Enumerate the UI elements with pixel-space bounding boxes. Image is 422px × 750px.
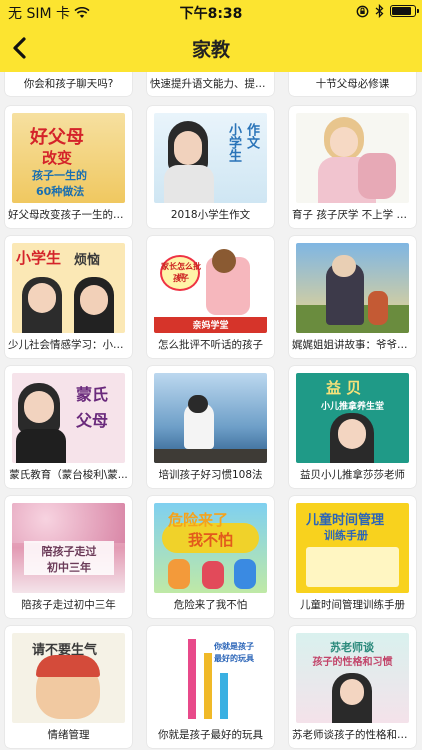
course-title: 危险来了我不怕 [173, 599, 248, 611]
grid-row: 蒙氏 父母 蒙氏教育（蒙台梭利\蒙... 培训孩子好习惯108法 益 贝 小儿推… [0, 366, 422, 490]
thumbnail-text: 我不怕 [188, 531, 234, 549]
thumbnail-text: 益 贝 [326, 379, 362, 397]
course-title: 育子 孩子厌学 不上学 学... [292, 209, 413, 221]
course-card[interactable]: 小学生 作文 2018小学生作文 [147, 106, 274, 228]
course-card[interactable]: 益 贝 小儿推拿养生堂 益贝小儿推拿莎莎老师 [289, 366, 416, 488]
thumbnail-text: 作文 [244, 123, 259, 149]
course-thumbnail: 益 贝 小儿推拿养生堂 [296, 373, 409, 463]
thumbnail-text: 亲妈学堂 [192, 321, 229, 331]
course-card[interactable]: 你会和孩子聊天吗? [5, 72, 132, 96]
content-grid: 你会和孩子聊天吗? 快速提升语文能力、提高... 十节父母必修课 好父母 改变 … [0, 72, 422, 750]
course-thumbnail: 小学生 作文 [154, 113, 267, 203]
course-card[interactable]: 家长怎么批评 孩子 亲妈学堂 怎么批评不听话的孩子 [147, 236, 274, 358]
grid-row: 小学生 烦恼 少儿社会情感学习：小学... 家长怎么批评 孩子 亲妈学堂 怎么批… [0, 236, 422, 360]
orientation-lock-icon [356, 5, 369, 17]
thumbnail-text: 好父母 [30, 127, 84, 148]
course-title: 好父母改变孩子一生的6... [8, 209, 129, 221]
battery-icon [390, 5, 419, 17]
course-card[interactable]: 好父母 改变 孩子一生的 60种做法 好父母改变孩子一生的6... [5, 106, 132, 228]
nav-bar: 家教 [0, 24, 422, 72]
course-card[interactable]: 你就是孩子 最好的玩具 你就是孩子最好的玩具 [147, 626, 274, 748]
course-title: 娓娓姐姐讲故事：爷爷一... [292, 339, 413, 351]
course-thumbnail [154, 373, 267, 463]
grid-row: 请不要生气 情绪管理 你就是孩子 最好的玩具 你就是孩子最好的玩具 苏老师谈 孩… [0, 626, 422, 750]
grid-row: 好父母 改变 孩子一生的 60种做法 好父母改变孩子一生的6... 小学生 作文… [0, 106, 422, 230]
course-card[interactable]: 快速提升语文能力、提高... [147, 72, 274, 96]
thumbnail-text: 小学生 [16, 249, 62, 267]
course-thumbnail: 小学生 烦恼 [12, 243, 125, 333]
course-title: 你就是孩子最好的玩具 [158, 729, 263, 741]
course-title: 2018小学生作文 [170, 209, 251, 221]
thumbnail-text: 60种做法 [36, 185, 85, 198]
thumbnail-text: 训练手册 [324, 529, 368, 542]
course-card[interactable]: 请不要生气 情绪管理 [5, 626, 132, 748]
course-thumbnail: 陪孩子走过 初中三年 [12, 503, 125, 593]
course-title: 情绪管理 [47, 729, 90, 741]
course-thumbnail: 请不要生气 [12, 633, 125, 723]
course-title: 少儿社会情感学习：小学... [8, 339, 129, 351]
course-card[interactable]: 苏老师谈 孩子的性格和习惯 苏老师谈孩子的性格和习... [289, 626, 416, 748]
course-card[interactable]: 儿童时间管理 训练手册 儿童时间管理训练手册 [289, 496, 416, 618]
bluetooth-icon [375, 4, 384, 18]
course-card[interactable]: 娓娓姐姐讲故事：爷爷一... [289, 236, 416, 358]
course-thumbnail: 蒙氏 父母 [12, 373, 125, 463]
course-title: 十节父母必修课 [315, 78, 390, 90]
thumbnail-text: 烦恼 [74, 253, 101, 268]
course-thumbnail: 你就是孩子 最好的玩具 [154, 633, 267, 723]
course-thumbnail: 儿童时间管理 训练手册 [296, 503, 409, 593]
course-thumbnail: 危险来了 我不怕 [154, 503, 267, 593]
grid-row: 陪孩子走过 初中三年 陪孩子走过初中三年 危险来了 我不怕 危险来了我不怕 儿童… [0, 496, 422, 620]
thumbnail-text: 孩子一生的 [32, 169, 87, 182]
course-thumbnail: 好父母 改变 孩子一生的 60种做法 [12, 113, 125, 203]
thumbnail-text: 初中三年 [47, 561, 91, 574]
course-title: 蒙氏教育（蒙台梭利\蒙... [9, 469, 128, 481]
thumbnail-text: 蒙氏 [76, 385, 109, 404]
course-title: 陪孩子走过初中三年 [21, 599, 116, 611]
grid-row: 你会和孩子聊天吗? 快速提升语文能力、提高... 十节父母必修课 [0, 72, 422, 98]
thumbnail-text: 陪孩子走过 [41, 545, 97, 558]
thumbnail-text: 儿童时间管理 [306, 513, 385, 528]
thumbnail-text: 孩子 [173, 274, 189, 283]
course-title: 快速提升语文能力、提高... [150, 78, 271, 90]
status-bar: 无 SIM 卡 下午8:38 [0, 0, 422, 24]
thumbnail-text: 最好的玩具 [214, 654, 254, 663]
thumbnail-text: 改变 [42, 149, 73, 167]
course-title: 苏老师谈孩子的性格和习... [292, 729, 413, 741]
course-title: 培训孩子好习惯108法 [158, 469, 263, 481]
course-card[interactable]: 危险来了 我不怕 危险来了我不怕 [147, 496, 274, 618]
course-title: 益贝小儿推拿莎莎老师 [300, 469, 405, 481]
course-title: 儿童时间管理训练手册 [300, 599, 405, 611]
thumbnail-text: 你就是孩子 [214, 642, 254, 651]
course-thumbnail [296, 243, 409, 333]
course-title: 怎么批评不听话的孩子 [158, 339, 263, 351]
course-card[interactable]: 小学生 烦恼 少儿社会情感学习：小学... [5, 236, 132, 358]
page-title: 家教 [191, 38, 230, 61]
thumbnail-text: 孩子的性格和习惯 [312, 657, 393, 668]
thumbnail-text: 危险来了 [168, 511, 229, 529]
thumbnail-text: 小儿推拿养生堂 [320, 402, 384, 412]
thumbnail-text: 父母 [76, 411, 109, 430]
status-icons [356, 4, 419, 18]
course-thumbnail: 家长怎么批评 孩子 亲妈学堂 [154, 243, 267, 333]
course-card[interactable]: 培训孩子好习惯108法 [147, 366, 274, 488]
course-card[interactable]: 十节父母必修课 [289, 72, 416, 96]
thumbnail-text: 小学生 [226, 123, 241, 162]
back-arrow-icon[interactable] [6, 32, 36, 64]
course-title: 你会和孩子聊天吗? [23, 78, 114, 90]
course-card[interactable]: 育子 孩子厌学 不上学 学... [289, 106, 416, 228]
course-thumbnail [296, 113, 409, 203]
course-thumbnail: 苏老师谈 孩子的性格和习惯 [296, 633, 409, 723]
course-card[interactable]: 蒙氏 父母 蒙氏教育（蒙台梭利\蒙... [5, 366, 132, 488]
course-card[interactable]: 陪孩子走过 初中三年 陪孩子走过初中三年 [5, 496, 132, 618]
